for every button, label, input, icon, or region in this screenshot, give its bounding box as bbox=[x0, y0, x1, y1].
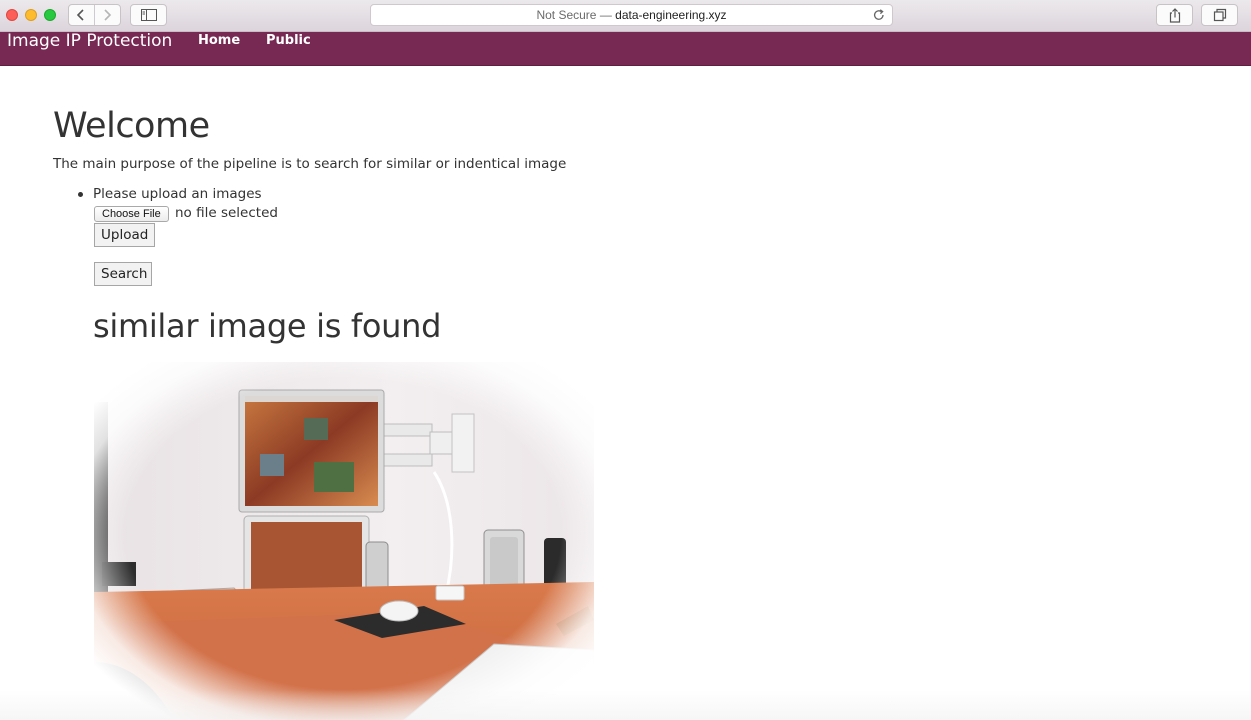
site-navbar: Image IP Protection Home Public bbox=[0, 32, 1251, 66]
choose-file-button[interactable]: Choose File bbox=[94, 206, 169, 222]
file-status-text: no file selected bbox=[175, 205, 278, 221]
show-tabs-button[interactable] bbox=[1201, 4, 1238, 26]
chevron-right-icon bbox=[104, 9, 112, 21]
nav-link-public[interactable]: Public bbox=[266, 33, 311, 48]
list-bullet bbox=[78, 192, 83, 197]
intro-text: The main purpose of the pipeline is to s… bbox=[53, 156, 567, 172]
site-brand-link[interactable]: Image IP Protection bbox=[7, 32, 172, 50]
window-maximize-button[interactable] bbox=[44, 9, 56, 21]
sidebar-toggle-button[interactable] bbox=[130, 4, 167, 26]
upload-instruction: Please upload an images bbox=[93, 186, 262, 202]
window-minimize-button[interactable] bbox=[25, 9, 37, 21]
upload-button[interactable]: Upload bbox=[94, 223, 155, 247]
result-image bbox=[94, 362, 594, 720]
browser-titlebar: Not Secure — data-engineering.xyz bbox=[0, 0, 1251, 32]
url-separator: — bbox=[599, 8, 612, 22]
result-heading: similar image is found bbox=[93, 307, 442, 345]
share-button[interactable] bbox=[1156, 4, 1193, 26]
forward-button[interactable] bbox=[95, 5, 120, 25]
desk-setup-image bbox=[94, 362, 594, 720]
share-icon bbox=[1169, 8, 1181, 23]
sidebar-icon bbox=[141, 9, 157, 21]
back-button[interactable] bbox=[69, 5, 94, 25]
reload-icon[interactable] bbox=[872, 8, 886, 22]
history-nav-group bbox=[68, 4, 121, 26]
search-button[interactable]: Search bbox=[94, 262, 152, 286]
tabs-overview-icon bbox=[1213, 8, 1227, 22]
url-domain: data-engineering.xyz bbox=[615, 8, 727, 22]
page-title: Welcome bbox=[53, 106, 210, 146]
nav-link-home[interactable]: Home bbox=[198, 33, 240, 48]
address-bar[interactable]: Not Secure — data-engineering.xyz bbox=[370, 4, 893, 26]
url-security-label: Not Secure bbox=[536, 8, 597, 22]
window-close-button[interactable] bbox=[6, 9, 18, 21]
chevron-left-icon bbox=[76, 9, 84, 21]
